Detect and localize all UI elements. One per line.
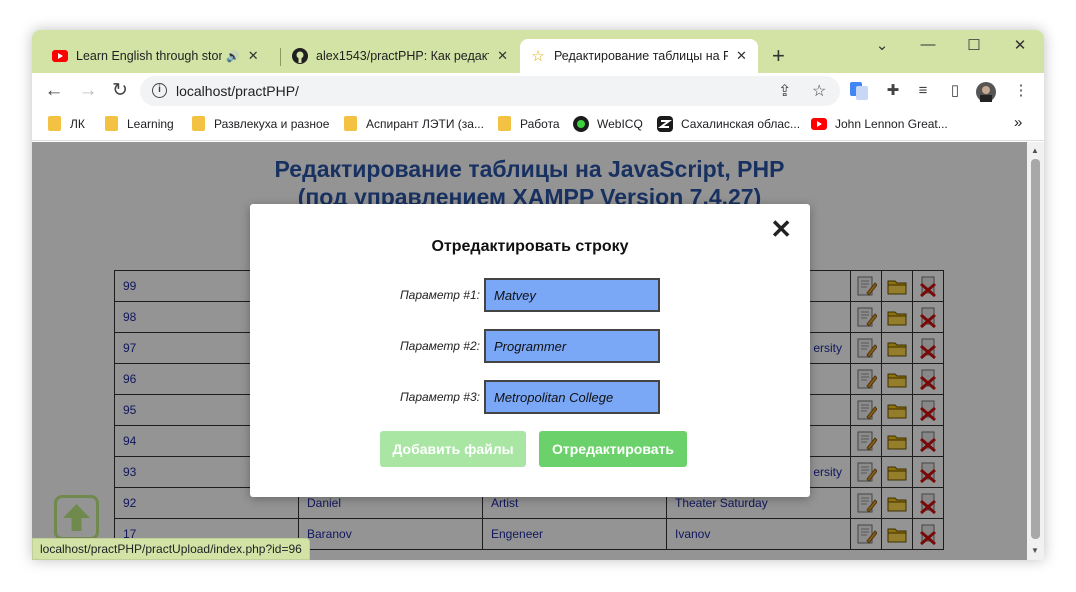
param-2-label: Параметр #2: [399,339,480,353]
bookmark-item[interactable]: Сахалинская облас... [657,116,800,132]
modal-title: Отредактировать строку [431,238,629,255]
edit-row-modal: ✕ Отредактировать строку Параметр #1: Па… [250,204,810,497]
tab-title: alex1543/practPHP: Как редактир [316,49,490,63]
param-2-input[interactable] [484,329,660,363]
bookmark-item[interactable]: WebICQ [573,116,643,132]
tab-bar: Learn English through story 🔊 ✕ alex1543… [32,30,1044,73]
param-1-input[interactable] [484,278,660,312]
minimize-button[interactable]: — [916,36,940,53]
forward-button[interactable]: → [76,79,100,103]
youtube-icon [811,116,827,132]
bookmarks-bar: ЛК Learning Развлекуха и разное Аспирант… [32,109,1044,141]
status-bar-url: localhost/practPHP/practUpload/index.php… [32,538,310,560]
bookmark-item[interactable]: Работа [498,116,560,131]
page-viewport: Редактирование таблицы на JavaScript, PH… [32,142,1027,560]
tab-title: Редактирование таблицы на PH [554,49,728,63]
tab-close-icon[interactable]: ✕ [497,48,508,64]
tab-search-icon[interactable]: ⌄ [870,36,894,54]
close-window-button[interactable]: ✕ [1008,36,1032,54]
address-bar[interactable]: i localhost/practPHP/ ⇪ ☆ [140,76,840,106]
add-files-button[interactable]: Добавить файлы [380,431,526,467]
webicq-flower-icon [573,116,589,132]
bookmark-item[interactable]: John Lennon Great... [811,116,948,132]
bookmark-item[interactable]: ЛК [48,116,85,131]
zen-icon [657,116,673,132]
tab-active[interactable]: ☆ Редактирование таблицы на PH ✕ [520,39,758,73]
tab-title: Learn English through story [76,49,222,63]
maximize-button[interactable]: ☐ [962,36,986,54]
scroll-to-top-button[interactable] [54,495,99,540]
param-3-label: Параметр #3: [399,390,480,404]
arrow-up-icon [63,504,90,531]
translate-icon[interactable] [850,82,868,100]
site-info-icon[interactable]: i [152,83,167,98]
param-3-input[interactable] [484,380,660,414]
share-icon[interactable]: ⇪ [778,81,791,101]
scroll-up-arrow[interactable]: ▲ [1031,146,1039,155]
param-row-3: Параметр #3: [250,380,810,414]
github-icon [292,48,308,64]
folder-icon [105,116,118,131]
folder-icon [48,116,61,131]
param-row-1: Параметр #1: [250,278,810,312]
scrollbar-thumb[interactable] [1031,159,1040,539]
reload-button[interactable]: ↻ [108,79,132,103]
bookmark-star-icon[interactable]: ☆ [812,81,826,101]
profile-avatar[interactable] [976,82,996,102]
back-button[interactable]: ← [42,79,66,103]
audio-icon[interactable]: 🔊 [226,50,240,63]
submit-edit-button[interactable]: Отредактировать [539,431,687,467]
vertical-scrollbar[interactable]: ▲ ▼ [1027,142,1044,560]
tab-close-icon[interactable]: ✕ [248,48,259,64]
browser-window: Learn English through story 🔊 ✕ alex1543… [32,30,1044,560]
bookmark-item[interactable]: Аспирант ЛЭТИ (за... [344,116,484,131]
url-text[interactable]: localhost/practPHP/ [176,83,299,99]
folder-icon [344,116,357,131]
tab-separator [280,48,281,66]
bookmarks-more-button[interactable]: » [1014,114,1022,131]
youtube-icon [52,48,68,64]
star-icon: ☆ [531,48,545,65]
reading-list-icon[interactable]: ≡ [914,82,932,100]
new-tab-button[interactable]: + [772,43,785,69]
extensions-puzzle-icon[interactable]: ✚ [884,82,902,100]
bookmark-item[interactable]: Learning [105,116,174,131]
toolbar: ← → ↻ i localhost/practPHP/ ⇪ ☆ ✚ ≡ ▯ ⋮ [32,73,1044,109]
side-panel-icon[interactable]: ▯ [946,82,964,100]
tab-github[interactable]: alex1543/practPHP: Как редактир ✕ [282,39,518,73]
menu-kebab-icon[interactable]: ⋮ [1012,82,1030,100]
param-1-label: Параметр #1: [399,288,480,302]
scroll-down-arrow[interactable]: ▼ [1031,546,1039,555]
tab-youtube[interactable]: Learn English through story 🔊 ✕ [42,39,278,73]
folder-icon [192,116,205,131]
param-row-2: Параметр #2: [250,329,810,363]
bookmark-item[interactable]: Развлекуха и разное [192,116,329,131]
tab-close-icon[interactable]: ✕ [736,48,747,64]
folder-icon [498,116,511,131]
